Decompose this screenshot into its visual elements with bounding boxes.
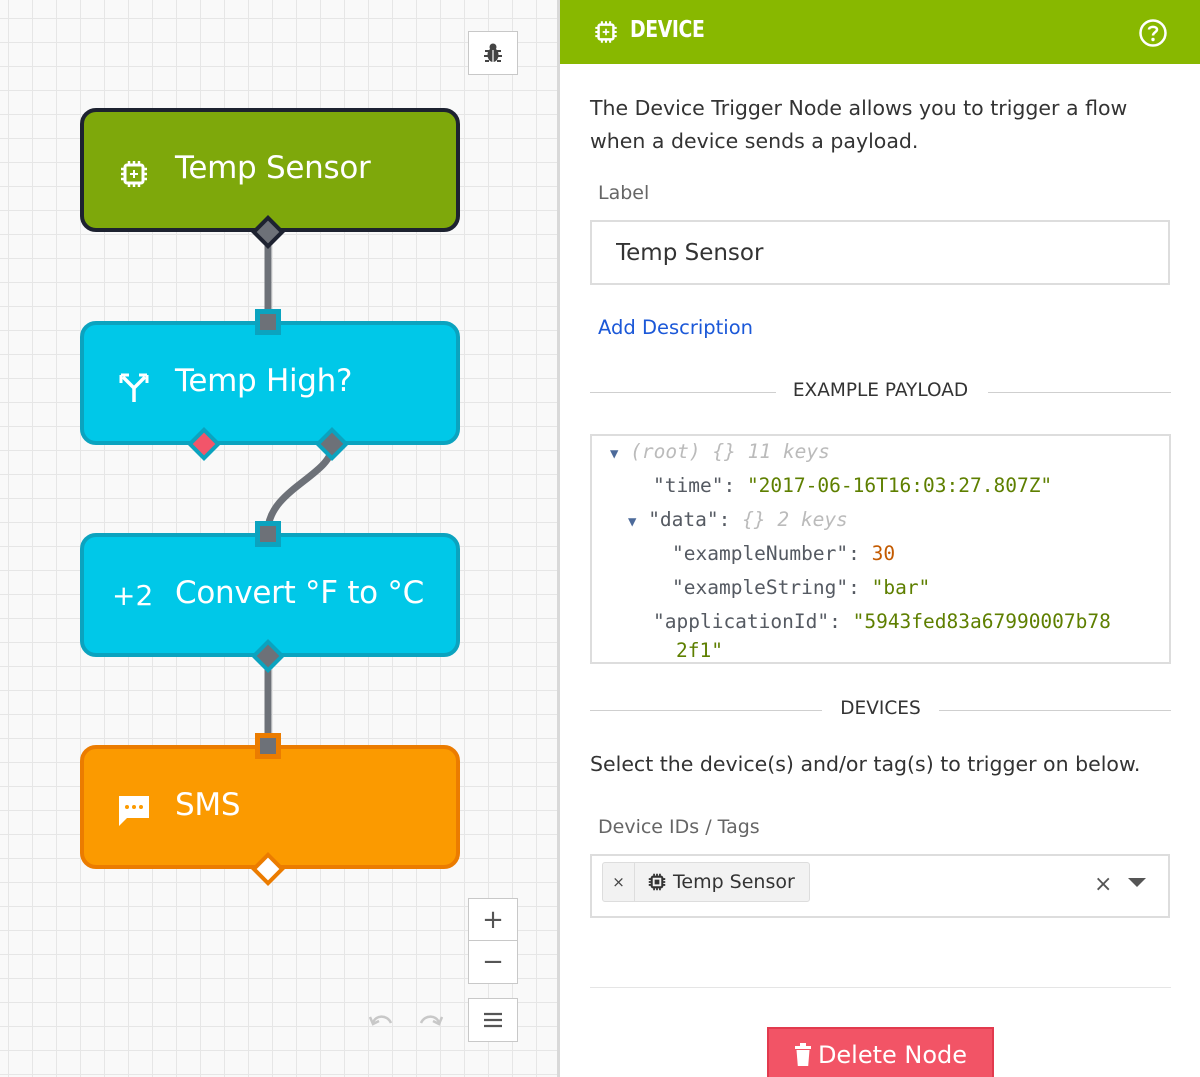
payload-value: "bar" [871, 576, 931, 599]
payload-key: "applicationId" [653, 610, 830, 633]
chip-icon [595, 21, 617, 43]
data-key-count: 2 keys [777, 508, 848, 531]
port-sms-in [255, 733, 281, 759]
chip-icon [648, 873, 666, 891]
device-ids-select[interactable]: × Temp Sensor × [590, 854, 1170, 918]
divider-line [988, 392, 1171, 393]
undo-icon [369, 1015, 393, 1026]
dropdown-arrow-icon[interactable] [1128, 878, 1146, 887]
devices-header: DEVICES [590, 698, 1171, 722]
divider-line [590, 987, 1171, 988]
payload-app-row-wrap: 2f1" [676, 639, 723, 662]
divider-line [939, 710, 1171, 711]
payload-value: "5943fed83a67990007b78 [852, 610, 1111, 633]
trash-icon [794, 1043, 811, 1066]
devices-description: Select the device(s) and/or tag(s) to tr… [590, 752, 1141, 776]
payload-value: "2017-06-16T16:03:27.807Z" [746, 474, 1053, 497]
debug-button[interactable] [468, 31, 518, 75]
bug-icon [484, 43, 502, 62]
remove-tag-button[interactable]: × [603, 863, 635, 901]
device-ids-caption: Device IDs / Tags [598, 816, 760, 838]
root-key-count: 11 keys [747, 440, 830, 463]
help-icon[interactable] [1138, 18, 1168, 48]
payload-root-row[interactable]: ▼ (root) {} 11 keys [610, 440, 830, 463]
collapse-triangle-icon[interactable]: ▼ [610, 446, 618, 462]
example-payload-header: EXAMPLE PAYLOAD [590, 380, 1171, 404]
payload-time-row: "time": "2017-06-16T16:03:27.807Z" [653, 474, 1053, 497]
undo-button[interactable] [362, 1004, 402, 1036]
collapse-triangle-icon[interactable]: ▼ [628, 514, 636, 530]
payload-key: "exampleNumber" [672, 542, 849, 565]
example-payload-viewer[interactable]: ▼ (root) {} 11 keys "time": "2017-06-16T… [590, 434, 1171, 664]
payload-string-row: "exampleString": "bar" [672, 576, 931, 599]
payload-key: "exampleString" [672, 576, 849, 599]
delete-node-button[interactable]: Delete Node [767, 1027, 994, 1077]
root-label: (root) [630, 440, 701, 463]
clear-selection-button[interactable]: × [1094, 872, 1112, 897]
zoom-in-button[interactable]: + [468, 898, 518, 942]
root-braces: {} [712, 440, 736, 463]
section-title: DEVICES [840, 698, 921, 719]
payload-data-row[interactable]: ▼ "data": {} 2 keys [628, 508, 848, 531]
payload-value: 2f1" [676, 639, 723, 662]
payload-value: 30 [871, 542, 896, 565]
port-condition-false [187, 427, 221, 461]
selected-device-tag: × Temp Sensor [602, 862, 810, 902]
payload-app-row: "applicationId": "5943fed83a67990007b78 [653, 610, 1111, 633]
port-sms-out [251, 852, 285, 886]
canvas-menu-button[interactable] [468, 998, 518, 1042]
port-function-out [251, 639, 285, 673]
panel-title: DEVICE [630, 17, 705, 43]
hamburger-icon [484, 1012, 502, 1028]
node-properties-panel: DEVICE The Device Trigger Node allows yo… [560, 0, 1200, 1077]
section-title: EXAMPLE PAYLOAD [792, 380, 969, 401]
label-caption: Label [598, 182, 650, 204]
tag-label: Temp Sensor [673, 871, 795, 893]
port-condition-in [255, 309, 281, 335]
delete-node-label: Delete Node [817, 1041, 968, 1069]
payload-key: "time" [653, 474, 724, 497]
add-description-link[interactable]: Add Description [598, 316, 753, 339]
redo-button[interactable] [410, 1004, 450, 1036]
panel-header: DEVICE [560, 0, 1200, 64]
payload-number-row: "exampleNumber": 30 [672, 542, 896, 565]
data-braces: {} [742, 508, 766, 531]
node-description: The Device Trigger Node allows you to tr… [590, 96, 1128, 153]
zoom-out-button[interactable]: − [468, 940, 518, 984]
minus-icon: − [482, 947, 504, 977]
plus-icon: + [482, 905, 504, 935]
port-condition-true [315, 427, 349, 461]
redo-icon [419, 1015, 443, 1026]
label-input[interactable] [590, 220, 1170, 285]
workflow-canvas[interactable]: Temp Sensor Temp High? +2 Convert °F to … [0, 0, 557, 1077]
port-function-in [255, 521, 281, 547]
payload-key: "data" [648, 508, 719, 531]
port-trigger-out [251, 215, 285, 249]
